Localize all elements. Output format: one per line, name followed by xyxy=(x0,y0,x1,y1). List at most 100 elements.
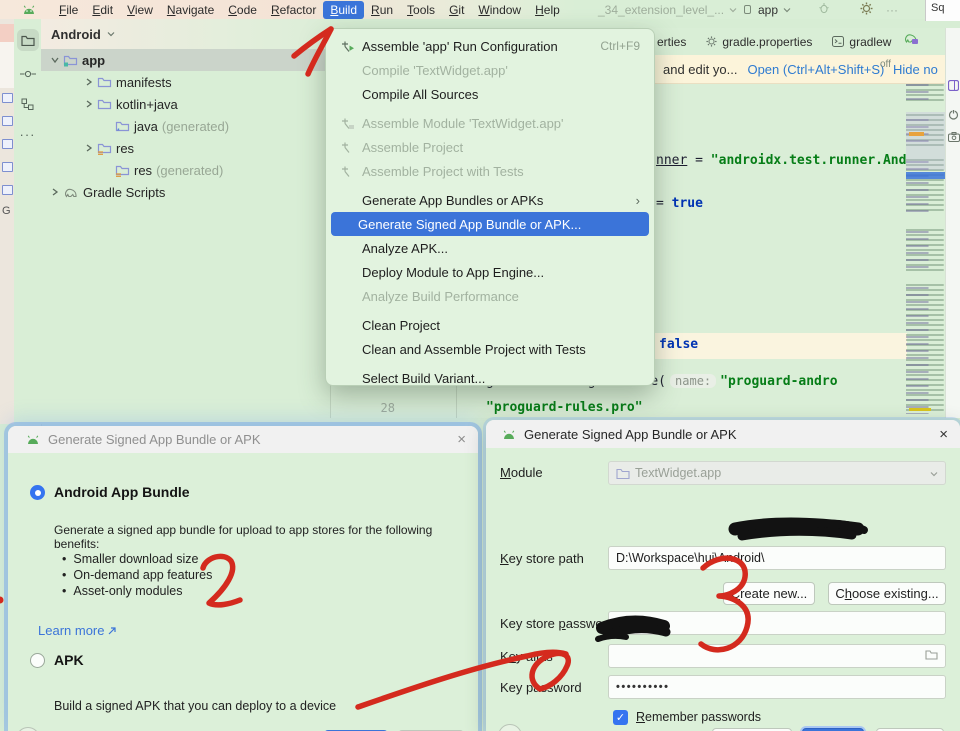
resources-folder-icon xyxy=(115,164,130,177)
close-icon[interactable]: × xyxy=(939,427,948,442)
menu-item-assemble-run-config[interactable]: Assemble 'app' Run Configuration Ctrl+F9 xyxy=(326,34,654,58)
menu-item-assemble-project[interactable]: Assemble Project xyxy=(326,135,654,159)
tree-item-gradle-scripts[interactable]: Gradle Scripts xyxy=(41,181,330,203)
menu-item-select-build-variant[interactable]: Select Build Variant... xyxy=(326,366,654,390)
inspection-widget-label: off xyxy=(880,59,891,70)
help-icon[interactable]: ? xyxy=(498,724,522,731)
remember-passwords-checkbox[interactable]: ✓ xyxy=(613,710,628,725)
menu-item-clean-assemble-tests[interactable]: Clean and Assemble Project with Tests xyxy=(326,337,654,361)
menu-item-generate-app-bundles[interactable]: Generate App Bundles or APKs › xyxy=(326,188,654,212)
key-password-field[interactable]: •••••••••• xyxy=(608,675,946,699)
menu-help[interactable]: Help xyxy=(528,1,567,19)
dialog-title: Generate Signed App Bundle or APK xyxy=(524,427,737,442)
editor-minimap[interactable] xyxy=(906,84,947,414)
remember-passwords-label[interactable]: Remember passwords xyxy=(636,710,761,724)
generate-signed-bundle-dialog-step1: Generate Signed App Bundle or APK × Andr… xyxy=(8,426,478,731)
android-studio-logo-icon xyxy=(22,4,36,15)
menu-git[interactable]: Git xyxy=(442,1,471,19)
tree-item-res[interactable]: res xyxy=(41,137,330,159)
settings-gear-icon[interactable] xyxy=(860,2,873,18)
build-menu-dropdown: Assemble 'app' Run Configuration Ctrl+F9… xyxy=(325,28,655,386)
banner-hide-link[interactable]: Hide no xyxy=(893,62,938,77)
chevron-collapsed-icon[interactable] xyxy=(47,188,63,196)
tree-item-kotlin-java[interactable]: kotlin+java xyxy=(41,93,330,115)
key-store-password-field[interactable]: •••••••••• xyxy=(608,611,946,635)
menu-item-assemble-module[interactable]: Assemble Module 'TextWidget.app' xyxy=(326,111,654,135)
menu-file[interactable]: File xyxy=(52,1,85,19)
key-store-password-label: Key store password xyxy=(500,616,614,631)
structure-tool-icon[interactable] xyxy=(17,93,39,115)
menu-tools[interactable]: Tools xyxy=(400,1,442,19)
help-icon[interactable]: ? xyxy=(16,727,40,731)
menu-item-clean-project[interactable]: Clean Project xyxy=(326,313,654,337)
apk-option-label[interactable]: APK xyxy=(54,652,84,668)
folder-browse-icon[interactable] xyxy=(925,649,938,663)
choose-existing-button[interactable]: Choose existing... xyxy=(828,582,946,605)
more-options-icon[interactable]: ··· xyxy=(886,3,898,17)
camera-icon[interactable] xyxy=(948,132,960,142)
commit-tool-icon[interactable] xyxy=(17,63,39,85)
menu-refactor[interactable]: Refactor xyxy=(264,1,323,19)
create-new-button[interactable]: Create new... xyxy=(723,582,815,605)
run-configuration-selector[interactable]: _34_extension_level_... xyxy=(598,3,737,17)
menu-edit[interactable]: Edit xyxy=(85,1,120,19)
tree-item-app[interactable]: app xyxy=(41,49,330,71)
running-devices-icon[interactable] xyxy=(948,80,959,91)
external-link-icon xyxy=(108,627,116,635)
menu-item-analyze-apk[interactable]: Analyze APK... xyxy=(326,236,654,260)
project-view-selector[interactable]: Android xyxy=(41,19,330,49)
debug-bug-icon[interactable] xyxy=(818,2,830,17)
dialog-title-bar[interactable]: Generate Signed App Bundle or APK × xyxy=(486,420,960,448)
key-store-path-field[interactable]: D:\Workspace\hui\Android\ xyxy=(608,546,946,570)
benefit-list: •Smaller download size •On-demand app fe… xyxy=(62,551,212,599)
minimap-todo-mark xyxy=(909,408,931,411)
radio-android-app-bundle[interactable] xyxy=(30,485,45,500)
menu-item-assemble-project-tests[interactable]: Assemble Project with Tests xyxy=(326,159,654,183)
more-tools-icon[interactable]: ··· xyxy=(17,123,39,145)
learn-more-link[interactable]: Learn more xyxy=(38,623,116,638)
menu-item-analyze-build-performance[interactable]: Analyze Build Performance xyxy=(326,284,654,308)
power-icon[interactable] xyxy=(948,109,959,120)
menu-view[interactable]: View xyxy=(120,1,160,19)
tree-item-res-generated[interactable]: res (generated) xyxy=(41,159,330,181)
radio-apk[interactable] xyxy=(30,653,45,668)
menu-item-compile-textwidget[interactable]: Compile 'TextWidget.app' xyxy=(326,58,654,82)
project-tool-icon[interactable] xyxy=(17,29,39,51)
dialog-title-bar[interactable]: Generate Signed App Bundle or APK × xyxy=(8,426,478,453)
line-number: 28 xyxy=(371,401,395,415)
chevron-collapsed-icon[interactable] xyxy=(81,78,97,86)
bundle-description: Generate a signed app bundle for upload … xyxy=(54,523,474,551)
menu-navigate[interactable]: Navigate xyxy=(160,1,221,19)
gradle-sync-icon[interactable] xyxy=(903,31,919,44)
key-alias-field[interactable] xyxy=(608,644,946,668)
tree-item-java-generated[interactable]: * java (generated) xyxy=(41,115,330,137)
bullet-icon: • xyxy=(62,567,66,583)
banner-open-link[interactable]: Open (Ctrl+Alt+Shift+S) xyxy=(747,62,884,77)
tab-gradlew[interactable]: gradlew xyxy=(822,28,901,55)
chevron-expanded-icon[interactable] xyxy=(47,56,63,64)
folder-icon xyxy=(97,98,112,111)
chevron-collapsed-icon[interactable] xyxy=(81,144,97,152)
bundle-option-label[interactable]: Android App Bundle xyxy=(54,484,190,500)
bullet-icon: • xyxy=(62,583,66,599)
menu-window[interactable]: Window xyxy=(471,1,528,19)
module-field[interactable]: TextWidget.app xyxy=(608,461,946,485)
tree-item-manifests[interactable]: manifests xyxy=(41,71,330,93)
module-folder-icon xyxy=(616,467,630,479)
close-icon[interactable]: × xyxy=(457,432,466,447)
benefit-item: •On-demand app features xyxy=(62,567,212,583)
menu-run[interactable]: Run xyxy=(364,1,400,19)
chevron-collapsed-icon[interactable] xyxy=(81,100,97,108)
minimap-warning-mark xyxy=(909,132,924,136)
background-window-edge: G xyxy=(0,19,14,424)
menu-item-compile-all-sources[interactable]: Compile All Sources xyxy=(326,82,654,106)
chevron-down-icon xyxy=(783,7,791,13)
menu-item-generate-signed-bundle[interactable]: Generate Signed App Bundle or APK... xyxy=(331,212,649,236)
apk-description: Build a signed APK that you can deploy t… xyxy=(54,699,474,713)
menu-code[interactable]: Code xyxy=(221,1,264,19)
menu-item-deploy-app-engine[interactable]: Deploy Module to App Engine... xyxy=(326,260,654,284)
dialog-title: Generate Signed App Bundle or APK xyxy=(48,432,261,447)
menu-build[interactable]: Build xyxy=(323,1,364,19)
device-selector[interactable]: app xyxy=(742,3,791,17)
tab-gradle-properties[interactable]: gradle.properties xyxy=(696,28,822,55)
